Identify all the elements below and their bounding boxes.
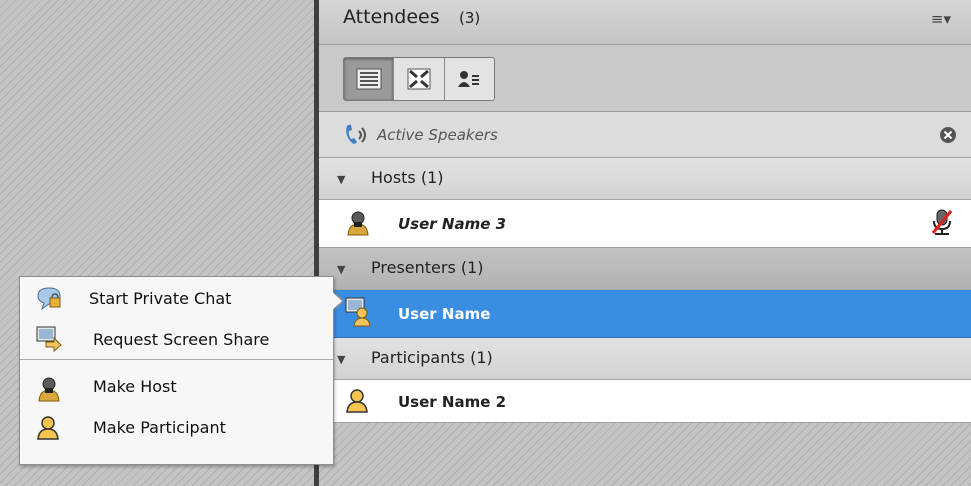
menu-item-make-participant[interactable]: Make Participant [20, 408, 333, 448]
screen-share-icon [36, 326, 62, 352]
menu-item-start-private-chat[interactable]: Start Private Chat [20, 279, 333, 319]
pod-title: Attendees [343, 6, 440, 28]
participant-user-icon [37, 416, 59, 440]
active-speakers-bar: Active Speakers [319, 112, 971, 158]
hosts-section-header[interactable]: ▼ Hosts (1) [319, 158, 971, 200]
attendee-count: (3) [459, 9, 481, 27]
menu-item-label: Start Private Chat [89, 289, 232, 308]
participant-user-icon [346, 389, 368, 413]
list-view-icon [356, 68, 382, 90]
empty-list-area [319, 423, 971, 486]
hosts-section-label: Hosts (1) [371, 168, 444, 187]
collapse-triangle-icon[interactable]: ▼ [337, 263, 345, 276]
host-user-icon [38, 377, 60, 402]
menu-item-request-screen-share[interactable]: Request Screen Share [20, 319, 333, 359]
context-menu-pointer-fill [330, 290, 342, 312]
host-user-row[interactable]: User Name 3 [319, 200, 971, 248]
presenters-section-header[interactable]: ▼ Presenters (1) [319, 248, 971, 290]
menu-item-make-host[interactable]: Make Host [20, 368, 333, 408]
view-toolbar [319, 45, 971, 112]
grid-view-icon [407, 68, 431, 90]
pod-header: Attendees (3) ≡▾ [319, 0, 971, 45]
pod-menu-icon[interactable]: ≡▾ [931, 10, 951, 28]
status-view-button[interactable] [445, 58, 494, 100]
presenter-user-icon [345, 297, 371, 327]
view-switcher [343, 57, 495, 101]
list-view-button[interactable] [344, 58, 395, 100]
host-user-icon [347, 211, 369, 236]
presenter-user-name: User Name [398, 305, 491, 323]
status-view-icon [458, 71, 480, 87]
presenter-user-row[interactable]: User Name [319, 290, 971, 338]
host-user-name: User Name 3 [398, 215, 507, 233]
private-chat-icon [37, 287, 61, 311]
close-icon[interactable] [939, 126, 957, 144]
presenters-section-label: Presenters (1) [371, 258, 484, 277]
participants-section-label: Participants (1) [371, 348, 493, 367]
participant-user-name: User Name 2 [398, 393, 507, 411]
collapse-triangle-icon[interactable]: ▼ [337, 173, 345, 186]
collapse-triangle-icon[interactable]: ▼ [337, 353, 345, 366]
phone-speaker-icon [346, 124, 366, 144]
menu-item-label: Make Participant [93, 418, 226, 437]
participant-user-row[interactable]: User Name 2 [319, 380, 971, 423]
muted-mic-icon [931, 209, 953, 235]
active-speakers-label: Active Speakers [377, 126, 498, 144]
grid-view-button[interactable] [394, 58, 445, 100]
attendee-context-menu: Start Private Chat Request Screen Share … [19, 276, 334, 465]
menu-item-label: Request Screen Share [93, 330, 270, 349]
menu-separator [20, 359, 333, 360]
menu-item-label: Make Host [93, 377, 177, 396]
participants-section-header[interactable]: ▼ Participants (1) [319, 338, 971, 380]
